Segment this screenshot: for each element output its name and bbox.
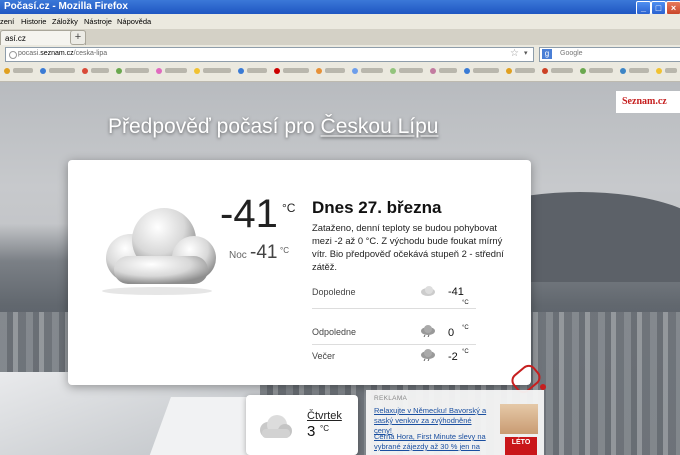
minimize-button[interactable]: _ xyxy=(636,1,651,15)
bookmark-favicon-icon[interactable] xyxy=(352,68,358,74)
bookmark-favicon-icon[interactable] xyxy=(40,68,46,74)
period-temperature: 0 xyxy=(448,327,455,339)
bookmark-item[interactable] xyxy=(665,68,677,73)
night-temperature: -41 xyxy=(250,242,278,263)
cloud-rain-icon xyxy=(421,325,435,337)
search-placeholder: Google xyxy=(560,50,583,57)
address-bar[interactable]: pocasi.seznam.cz/ceska-lipa ☆ ▾ xyxy=(5,47,534,62)
ad-header: REKLAMA xyxy=(374,395,408,402)
bookmark-item[interactable] xyxy=(203,68,231,73)
night-label: Noc xyxy=(229,250,247,261)
search-input[interactable]: g Google xyxy=(539,47,680,62)
menu-item-history[interactable]: Historie xyxy=(21,17,46,26)
next-day-unit: °C xyxy=(320,424,329,433)
ad-thumbnail[interactable] xyxy=(500,404,538,434)
menu-item-tools[interactable]: Nástroje xyxy=(84,17,112,26)
period-temperature: -41 xyxy=(448,286,464,298)
bookmark-favicon-icon[interactable] xyxy=(238,68,244,74)
bookmark-item[interactable] xyxy=(13,68,33,73)
menu-bar: zení Historie Záložky Nástroje Nápověda xyxy=(0,14,680,29)
bookmark-item[interactable] xyxy=(629,68,649,73)
cloud-icon xyxy=(421,286,435,296)
today-forecast-card: -41 °C Noc -41 °C Dnes 27. března Zataže… xyxy=(68,160,531,385)
period-label: Večer xyxy=(312,351,336,361)
bookmark-favicon-icon[interactable] xyxy=(656,68,662,74)
bookmark-favicon-icon[interactable] xyxy=(464,68,470,74)
menu-item-bookmarks[interactable]: Záložky xyxy=(52,17,78,26)
tab-label: así.cz xyxy=(5,34,26,43)
bookmark-item[interactable] xyxy=(91,68,109,73)
ad-panel: REKLAMA Relaxujte v Německu! Bavorský a … xyxy=(366,390,544,455)
bookmark-favicon-icon[interactable] xyxy=(390,68,396,74)
page-content: Seznam.cz Předpověď počasí pro Českou Lí… xyxy=(0,82,680,455)
period-unit: °C xyxy=(462,300,469,306)
ad-badge[interactable]: LÉTO xyxy=(505,437,537,455)
bookmark-favicon-icon[interactable] xyxy=(194,68,200,74)
new-tab-button[interactable]: + xyxy=(70,30,86,45)
bookmark-favicon-icon[interactable] xyxy=(430,68,436,74)
tab-strip: así.cz + xyxy=(0,29,680,46)
bookmark-favicon-icon[interactable] xyxy=(620,68,626,74)
period-label: Odpoledne xyxy=(312,327,357,337)
night-unit: °C xyxy=(280,246,289,255)
bookmark-item[interactable] xyxy=(361,68,383,73)
city-link[interactable]: Českou Lípu xyxy=(321,115,439,138)
navigation-bar: pocasi.seznam.cz/ceska-lipa ☆ ▾ g Google xyxy=(0,45,680,63)
google-engine-icon[interactable]: g xyxy=(542,49,552,59)
period-row-evening: Večer -2 °C xyxy=(312,346,476,368)
current-temperature: -41 xyxy=(220,192,278,236)
cloud-icon xyxy=(102,208,216,295)
bookmark-star-icon[interactable]: ☆ xyxy=(510,48,519,59)
period-row-afternoon: Odpoledne 0 °C xyxy=(312,322,476,345)
bookmark-favicon-icon[interactable] xyxy=(274,68,280,74)
bookmark-item[interactable] xyxy=(589,68,613,73)
page-title: Předpověď počasí pro Českou Lípu xyxy=(108,115,439,138)
seznam-logo[interactable]: Seznam.cz xyxy=(616,91,680,113)
period-label: Dopoledne xyxy=(312,287,356,297)
bookmark-favicon-icon[interactable] xyxy=(542,68,548,74)
bookmark-favicon-icon[interactable] xyxy=(506,68,512,74)
window-titlebar: Počasí.cz - Mozilla Firefox _ □ × xyxy=(0,0,680,15)
bookmark-favicon-icon[interactable] xyxy=(580,68,586,74)
bookmark-item[interactable] xyxy=(473,68,499,73)
temperature-unit: °C xyxy=(282,201,296,215)
bookmark-favicon-icon[interactable] xyxy=(156,68,162,74)
bookmark-item[interactable] xyxy=(551,68,573,73)
close-window-button[interactable]: × xyxy=(666,1,680,15)
period-row-morning: Dopoledne -41 °C xyxy=(312,284,476,309)
day-title: Dnes 27. března xyxy=(312,198,442,217)
bookmark-item[interactable] xyxy=(325,68,345,73)
next-day-temperature: 3 xyxy=(307,423,316,440)
bookmarks-toolbar xyxy=(0,63,680,82)
bookmark-favicon-icon[interactable] xyxy=(316,68,322,74)
menu-item-view[interactable]: zení xyxy=(0,17,14,26)
bookmark-favicon-icon[interactable] xyxy=(116,68,122,74)
chevron-down-icon[interactable]: ▾ xyxy=(524,49,528,57)
next-day-card[interactable]: Čtvrtek 3 °C xyxy=(246,395,358,455)
bookmark-item[interactable] xyxy=(49,68,75,73)
bookmark-favicon-icon[interactable] xyxy=(4,68,10,74)
bookmark-item[interactable] xyxy=(125,68,149,73)
cloud-rain-icon xyxy=(421,349,435,361)
next-day-link[interactable]: Čtvrtek xyxy=(307,410,342,422)
ad-link[interactable]: Černá Hora, First Minute slevy na vybran… xyxy=(374,432,489,452)
period-unit: °C xyxy=(462,325,469,331)
bookmark-item[interactable] xyxy=(515,68,535,73)
forecast-description: Zataženo, denní teploty se budou pohybov… xyxy=(312,222,504,272)
bookmark-item[interactable] xyxy=(247,68,267,73)
period-temperature: -2 xyxy=(448,351,458,363)
site-identity-icon[interactable] xyxy=(9,51,17,59)
url-text: pocasi.seznam.cz/ceska-lipa xyxy=(18,50,108,57)
window-title: Počasí.cz - Mozilla Firefox xyxy=(4,1,128,12)
bookmark-item[interactable] xyxy=(399,68,423,73)
bookmark-item[interactable] xyxy=(165,68,187,73)
bookmark-item[interactable] xyxy=(439,68,457,73)
period-unit: °C xyxy=(462,349,469,355)
cloud-icon xyxy=(260,415,292,438)
maximize-button[interactable]: □ xyxy=(651,1,666,15)
bookmark-favicon-icon[interactable] xyxy=(82,68,88,74)
bookmark-item[interactable] xyxy=(283,68,309,73)
menu-item-help[interactable]: Nápověda xyxy=(117,17,151,26)
